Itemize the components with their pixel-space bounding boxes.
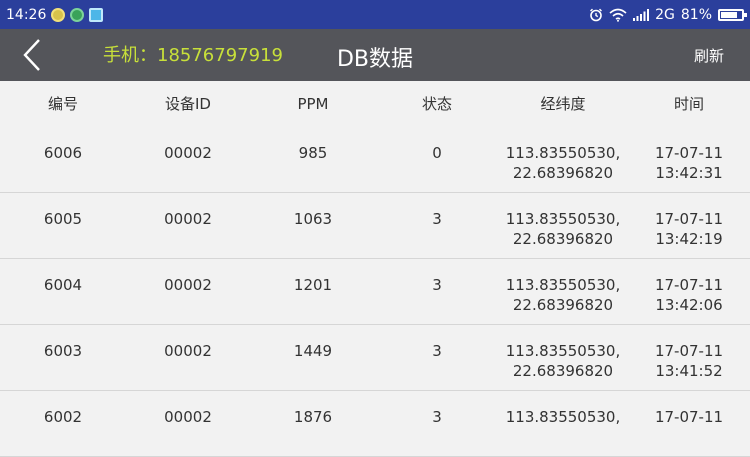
chevron-left-icon [23,39,40,71]
cell-clock: 13:42:19 [655,230,723,248]
cell-coordinates: 113.83550530, 22.68396820 [498,275,628,315]
cell-device-id: 00002 [164,276,212,294]
signal-icon [633,8,650,21]
column-header-coordinates: 经纬度 [540,95,586,113]
cell-status: 3 [432,408,442,426]
cell-date: 17-07-11 [654,408,724,426]
cell-status: 3 [432,342,442,360]
cell-latitude: 22.68396820 [512,164,614,182]
phone-label: 手机：18576797919 [103,45,283,66]
cell-status: 3 [432,210,442,228]
cell-id: 6002 [43,408,83,426]
cell-status: 3 [432,276,442,294]
cell-device-id: 00002 [164,408,212,426]
cell-id: 6005 [43,210,83,228]
cell-device-id: 00002 [164,210,212,228]
cell-time: 17-07-11 13:42:31 [628,143,750,183]
cell-longitude: 113.83550530, [505,276,621,294]
column-header-ppm: PPM [297,95,329,113]
cell-coordinates: 113.83550530, 22.68396820 [498,143,628,183]
wifi-icon [609,8,627,22]
cell-status: 0 [432,144,442,162]
back-button[interactable] [14,37,50,73]
cell-date: 17-07-11 [654,342,724,360]
cell-longitude: 113.83550530, [505,144,621,162]
cell-coordinates: 113.83550530, 22.68396820 [498,341,628,381]
cell-id: 6006 [43,144,83,162]
cell-time: 17-07-11 13:42:06 [628,275,750,315]
cell-device-id: 00002 [164,342,212,360]
table-row[interactable]: 6002 00002 1876 3 113.83550530, 17-07-11 [0,391,750,457]
battery-icon [718,8,747,21]
cell-time: 17-07-11 13:42:19 [628,209,750,249]
table-row[interactable]: 6004 00002 1201 3 113.83550530, 22.68396… [0,259,750,325]
table-row[interactable]: 6003 00002 1449 3 113.83550530, 22.68396… [0,325,750,391]
cell-clock: 13:42:31 [655,164,723,182]
app-bar: 手机：18576797919 DB数据 刷新 [0,29,750,81]
network-type: 2G [655,6,675,23]
status-time: 14:26 [6,6,47,23]
cell-ppm: 1201 [293,276,333,294]
cell-latitude: 22.68396820 [512,362,614,380]
cell-ppm: 985 [298,144,328,162]
cell-longitude: 113.83550530, [505,408,621,426]
column-header-time: 时间 [673,95,704,113]
cell-coordinates: 113.83550530, 22.68396820 [498,209,628,249]
cell-device-id: 00002 [164,144,212,162]
cell-ppm: 1876 [293,408,333,426]
battery-fill [721,11,737,18]
table-header: 编号 设备ID PPM 状态 经纬度 时间 [0,81,750,127]
cell-date: 17-07-11 [654,276,724,294]
alarm-icon [590,8,603,21]
cell-coordinates: 113.83550530, [498,407,628,427]
status-bar-right: 2G 81% [589,6,747,23]
cell-id: 6003 [43,342,83,360]
cell-time: 17-07-11 13:41:52 [628,341,750,381]
notification-icon-green [70,7,85,22]
notification-icon-yellow [51,7,66,22]
table-row[interactable]: 6006 00002 985 0 113.83550530, 22.683968… [0,127,750,193]
refresh-button[interactable]: 刷新 [694,45,724,66]
cell-ppm: 1449 [293,342,333,360]
cell-longitude: 113.83550530, [505,210,621,228]
cell-ppm: 1063 [293,210,333,228]
cell-longitude: 113.83550530, [505,342,621,360]
column-header-status: 状态 [421,95,452,113]
cell-clock: 13:41:52 [655,362,723,380]
status-bar-left: 14:26 [6,6,104,23]
cell-latitude: 22.68396820 [512,296,614,314]
battery-percent: 81% [680,6,712,23]
data-table: 6006 00002 985 0 113.83550530, 22.683968… [0,127,750,457]
column-header-device-id: 设备ID [165,95,211,113]
cell-clock: 13:42:06 [655,296,723,314]
cell-date: 17-07-11 [654,144,724,162]
cell-id: 6004 [43,276,83,294]
status-bar: 14:26 2G 81% [0,0,750,29]
table-row[interactable]: 6005 00002 1063 3 113.83550530, 22.68396… [0,193,750,259]
cell-time: 17-07-11 [628,407,750,427]
cell-date: 17-07-11 [654,210,724,228]
cell-latitude: 22.68396820 [512,230,614,248]
column-header-id: 编号 [47,95,78,113]
notification-icon-blue [89,7,104,22]
